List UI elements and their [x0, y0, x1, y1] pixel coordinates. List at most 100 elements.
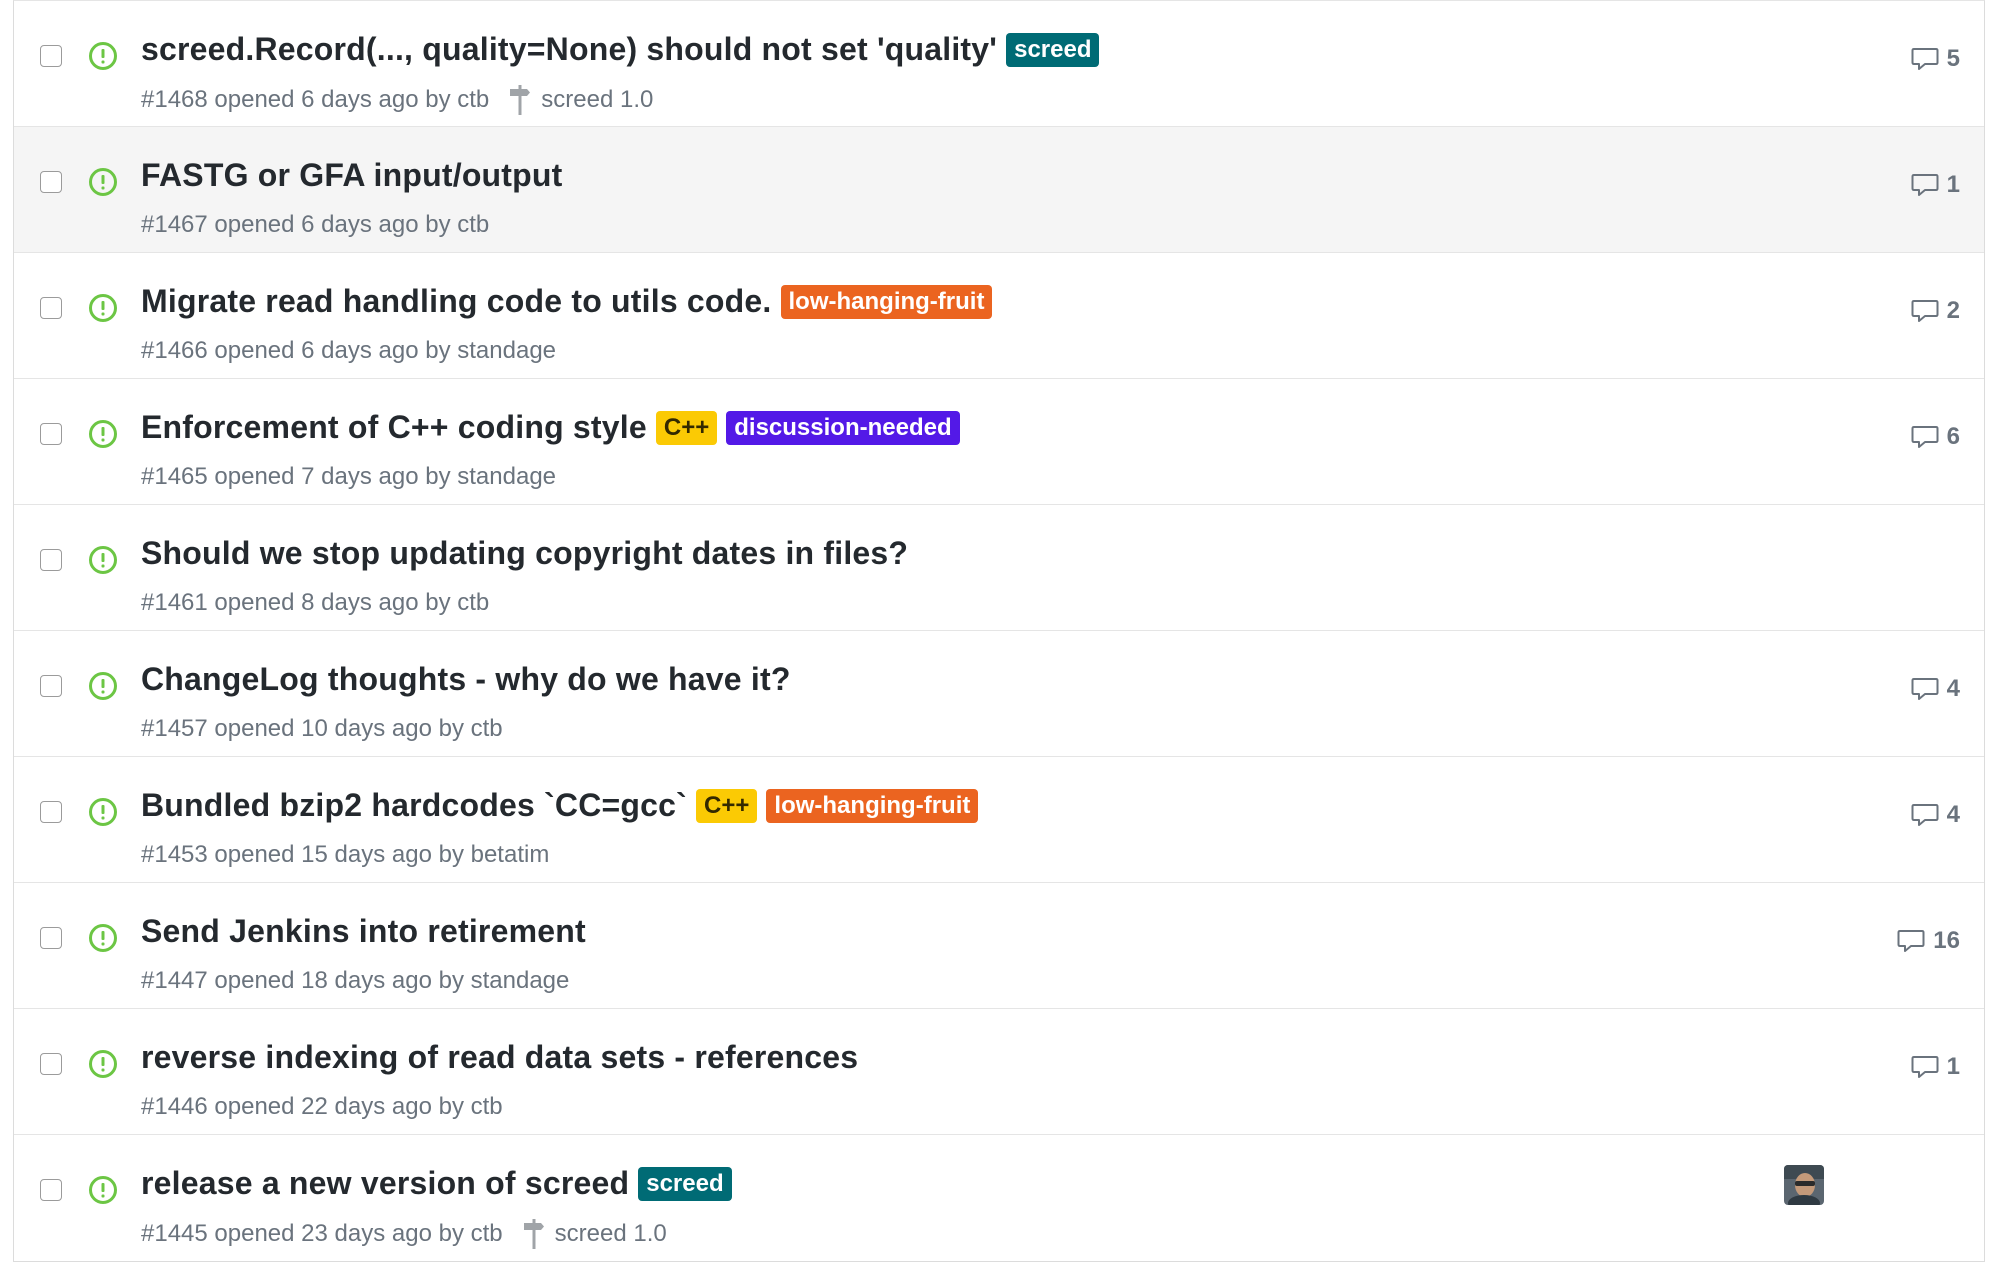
comment-count: 16	[1933, 927, 1960, 954]
comments-link[interactable]: 1	[1911, 171, 1960, 199]
comment-icon	[1911, 299, 1947, 323]
select-issue-checkbox[interactable]	[40, 45, 62, 67]
select-issue-checkbox[interactable]	[40, 1053, 62, 1075]
milestone-link[interactable]: screed 1.0	[523, 1219, 667, 1249]
issue-title-line: Bundled bzip2 hardcodes `CC=gcc` C++ low-h…	[141, 787, 979, 824]
comment-count: 4	[1946, 675, 1960, 702]
issue-label[interactable]: low-hanging-fruit	[780, 284, 993, 319]
milestone-icon	[509, 85, 541, 115]
issue-meta: #1446 opened 22 days ago by ctb	[141, 1093, 503, 1120]
issue-meta-line: #1447 opened 18 days ago by standage	[141, 967, 569, 995]
issue-opened-icon	[88, 923, 118, 953]
issue-opened-icon	[88, 293, 118, 323]
issue-opened-icon	[88, 545, 118, 575]
select-issue-checkbox[interactable]	[40, 801, 62, 823]
issue-row[interactable]: ChangeLog thoughts - why do we have it? #…	[14, 631, 1984, 757]
issue-title-link[interactable]: Bundled bzip2 hardcodes `CC=gcc`	[141, 787, 687, 824]
issue-meta-line: #1468 opened 6 days ago by ctb screed 1.0	[141, 85, 653, 115]
comment-icon	[1897, 929, 1933, 953]
issue-label[interactable]: screed	[638, 1166, 732, 1201]
comment-icon	[1911, 1055, 1947, 1079]
issue-row[interactable]: release a new version of screed screed #14…	[14, 1135, 1984, 1261]
comment-count: 1	[1946, 1053, 1960, 1080]
issue-title-link[interactable]: Enforcement of C++ coding style	[141, 409, 647, 446]
issue-meta-line: #1446 opened 22 days ago by ctb	[141, 1093, 503, 1121]
issue-label[interactable]: discussion-needed	[726, 410, 960, 445]
comment-icon	[1911, 677, 1947, 701]
issue-title-link[interactable]: FASTG or GFA input/output	[141, 157, 563, 194]
select-issue-checkbox[interactable]	[40, 927, 62, 949]
assignee-avatar[interactable]	[1784, 1165, 1824, 1205]
issue-meta-line: #1453 opened 15 days ago by betatim	[141, 841, 549, 869]
issue-row[interactable]: Migrate read handling code to utils code…	[14, 253, 1984, 379]
issue-meta-line: #1466 opened 6 days ago by standage	[141, 337, 556, 365]
issue-meta-line: #1445 opened 23 days ago by ctb screed 1.…	[141, 1219, 667, 1249]
issue-meta: #1447 opened 18 days ago by standage	[141, 967, 570, 994]
issue-meta: #1465 opened 7 days ago by standage	[141, 463, 557, 490]
issue-opened-icon	[88, 419, 118, 449]
issue-meta: #1457 opened 10 days ago by ctb	[141, 715, 503, 742]
comments-link[interactable]: 4	[1911, 675, 1960, 703]
issue-meta-line: #1467 opened 6 days ago by ctb	[141, 211, 489, 239]
comments-link[interactable]: 6	[1911, 423, 1960, 451]
issue-opened-icon	[88, 41, 118, 71]
issue-row[interactable]: screed.Record(..., quality=None) should …	[14, 1, 1984, 127]
comments-link[interactable]: 5	[1911, 45, 1960, 73]
comments-link[interactable]: 4	[1911, 801, 1960, 829]
issue-title-link[interactable]: reverse indexing of read data sets - ref…	[141, 1039, 858, 1076]
issue-title-link[interactable]: Should we stop updating copyright dates …	[141, 535, 908, 572]
issue-title-line: Should we stop updating copyright dates …	[141, 535, 908, 572]
milestone-label: screed 1.0	[554, 1220, 667, 1247]
issue-title-line: release a new version of screed screed	[141, 1165, 732, 1202]
issue-title-line: Send Jenkins into retirement	[141, 913, 586, 950]
comments-link[interactable]: 1	[1911, 1053, 1960, 1081]
select-issue-checkbox[interactable]	[40, 1179, 62, 1201]
issue-meta-line: #1461 opened 8 days ago by ctb	[141, 589, 489, 617]
comments-link[interactable]: 16	[1897, 927, 1960, 955]
issue-title-link[interactable]: Migrate read handling code to utils code…	[141, 283, 772, 320]
select-issue-checkbox[interactable]	[40, 549, 62, 571]
comments-link[interactable]: 2	[1911, 297, 1960, 325]
select-issue-checkbox[interactable]	[40, 423, 62, 445]
issue-title-link[interactable]: ChangeLog thoughts - why do we have it?	[141, 661, 791, 698]
issue-row[interactable]: FASTG or GFA input/output #1467 opened 6 …	[14, 127, 1984, 253]
issue-title-line: FASTG or GFA input/output	[141, 157, 563, 194]
issue-title-line: screed.Record(..., quality=None) should …	[141, 31, 1100, 68]
issue-label[interactable]: screed	[1006, 32, 1100, 67]
issue-meta: #1466 opened 6 days ago by standage	[141, 337, 557, 364]
comment-count: 4	[1946, 801, 1960, 828]
issue-row[interactable]: Bundled bzip2 hardcodes `CC=gcc` C++ low-h…	[14, 757, 1984, 883]
issue-label[interactable]: C++	[696, 788, 758, 823]
select-issue-checkbox[interactable]	[40, 171, 62, 193]
issue-meta-line: #1465 opened 7 days ago by standage	[141, 463, 556, 491]
issue-opened-icon	[88, 167, 118, 197]
issue-opened-icon	[88, 797, 118, 827]
issue-opened-icon	[88, 1049, 118, 1079]
comment-icon	[1911, 803, 1947, 827]
issue-opened-icon	[88, 1175, 118, 1205]
issue-meta: #1468 opened 6 days ago by ctb	[141, 86, 490, 113]
issue-row[interactable]: Should we stop updating copyright dates …	[14, 505, 1984, 631]
issue-meta: #1445 opened 23 days ago by ctb	[141, 1220, 503, 1247]
issue-label[interactable]: C++	[655, 410, 718, 445]
comment-icon	[1911, 47, 1947, 71]
select-issue-checkbox[interactable]	[40, 675, 62, 697]
issue-title-line: Migrate read handling code to utils code…	[141, 283, 993, 320]
issue-label[interactable]: low-hanging-fruit	[766, 788, 979, 823]
issue-title-link[interactable]: release a new version of screed	[141, 1165, 629, 1202]
issue-row[interactable]: Send Jenkins into retirement #1447 opened…	[14, 883, 1984, 1009]
issue-meta-line: #1457 opened 10 days ago by ctb	[141, 715, 503, 743]
select-issue-checkbox[interactable]	[40, 297, 62, 319]
issue-title-line: reverse indexing of read data sets - ref…	[141, 1039, 858, 1076]
issue-meta: #1467 opened 6 days ago by ctb	[141, 211, 490, 238]
issue-meta: #1461 opened 8 days ago by ctb	[141, 589, 490, 616]
comment-count: 1	[1946, 171, 1960, 198]
comment-count: 2	[1946, 297, 1960, 324]
comment-count: 5	[1946, 45, 1960, 72]
issue-title-link[interactable]: Send Jenkins into retirement	[141, 913, 586, 950]
issue-title-link[interactable]: screed.Record(..., quality=None) should …	[141, 31, 997, 68]
issue-row[interactable]: reverse indexing of read data sets - ref…	[14, 1009, 1984, 1135]
milestone-link[interactable]: screed 1.0	[509, 85, 653, 115]
comment-icon	[1911, 173, 1947, 197]
issue-row[interactable]: Enforcement of C++ coding style C++ discus…	[14, 379, 1984, 505]
